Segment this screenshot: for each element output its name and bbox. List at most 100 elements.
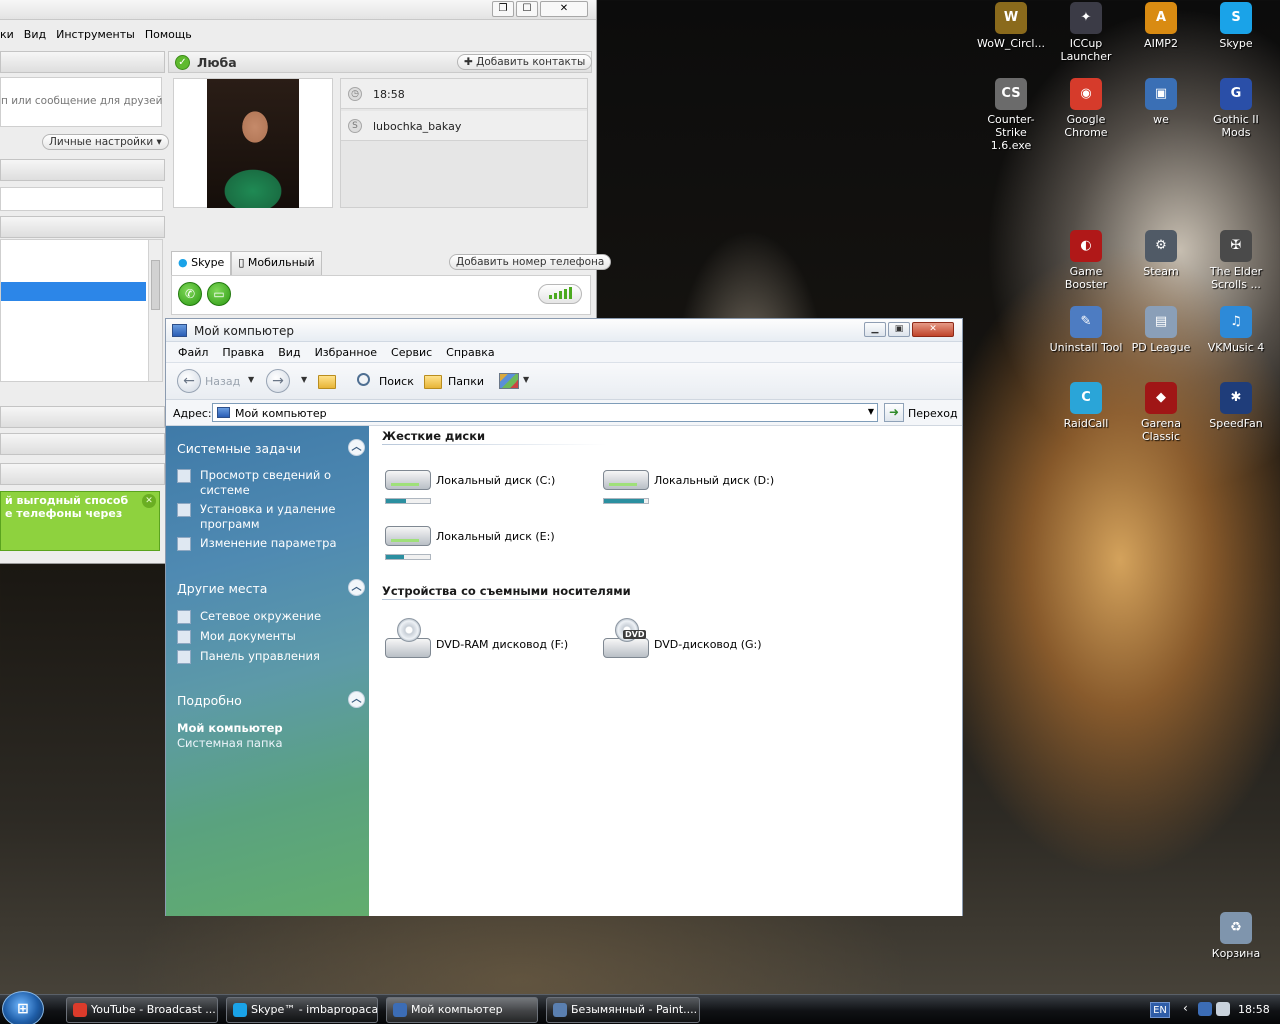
place-control-panel[interactable]: Панель управления [177,649,363,664]
clock[interactable]: 18:58 [1238,1003,1270,1016]
folders-icon[interactable] [424,375,442,389]
desktop-icon-wow[interactable]: W WoW_Circl... [974,2,1048,50]
online-status-icon: ✓ [175,55,190,70]
section-bar-2[interactable] [0,433,165,455]
collapse-other-places-icon[interactable]: ︿ [348,579,365,596]
show-hidden-icons-chevron-icon[interactable]: ‹ [1183,1001,1188,1015]
desktop-icon-raidcall[interactable]: C RaidCall [1049,382,1123,430]
desktop-icon-google-chrome[interactable]: ◉ Google Chrome [1049,78,1123,139]
my-computer-icon [217,407,230,418]
network-tray-icon[interactable] [1198,1002,1212,1016]
task-add-remove-programs[interactable]: Установка и удаление программ [177,502,363,532]
desktop-icon-we[interactable]: ▣ we [1124,78,1198,126]
call-quality-icon[interactable] [538,284,582,304]
menu-edit[interactable]: Правка [222,346,264,359]
task-view-system-info[interactable]: Просмотр сведений о системе [177,468,363,498]
menu-help[interactable]: Справка [446,346,494,359]
drive-f-dvd-ram[interactable]: DVD-RAM дисковод (F:) [382,618,592,662]
details-title[interactable]: Подробно [177,693,242,708]
skype-menu-view[interactable]: Вид [24,28,46,41]
section-bar-3[interactable] [0,463,165,485]
back-button[interactable]: ← [177,369,201,393]
call-button[interactable]: ✆ [178,282,202,306]
close-button[interactable]: ✕ [912,322,954,337]
other-places-title[interactable]: Другие места [177,581,267,596]
drive-g-dvd[interactable]: DVD DVD-дисковод (G:) [600,618,810,662]
drive-c[interactable]: Локальный диск (C:) [382,466,592,510]
explorer-titlebar[interactable]: Мой компьютер ▁ ▣ ✕ [166,319,962,342]
desktop-icon-steam[interactable]: ⚙ Steam [1124,230,1198,278]
address-chevron-down-icon[interactable]: ▼ [868,407,874,416]
address-input[interactable]: Мой компьютер ▼ [212,403,878,422]
contact-list[interactable] [0,239,163,382]
add-contacts-button[interactable]: ✚ Добавить контакты [457,54,593,70]
back-history-chevron-down-icon[interactable]: ▼ [248,375,254,384]
desktop-icon-vkmusic[interactable]: ♫ VKMusic 4 [1199,306,1273,354]
system-tasks-title[interactable]: Системные задачи [177,441,301,456]
contact-list-selected-item[interactable] [1,282,146,301]
forward-history-chevron-down-icon[interactable]: ▼ [301,375,307,384]
restore-button[interactable]: ❐ [492,1,514,17]
tab-skype[interactable]: ● Skype [171,251,232,275]
desktop-icon-recycle-bin[interactable]: ♻ Корзина [1199,912,1273,960]
maximize-button[interactable]: ☐ [516,1,538,17]
desktop-icon-uninstall-tool[interactable]: ✎ Uninstall Tool [1049,306,1123,354]
section-bar-1[interactable] [0,406,165,428]
views-icon[interactable] [499,373,519,389]
views-chevron-down-icon[interactable]: ▼ [523,375,529,384]
video-call-button[interactable]: ▭ [207,282,231,306]
start-button[interactable]: ⊞ [2,991,44,1024]
close-button[interactable]: ✕ [540,1,588,17]
collapse-details-icon[interactable]: ︿ [348,691,365,708]
language-indicator[interactable]: EN [1150,1002,1170,1018]
place-my-documents[interactable]: Мои документы [177,629,363,644]
folders-button[interactable]: Папки [448,375,484,388]
search-icon[interactable] [357,373,370,386]
search-button[interactable]: Поиск [379,375,414,388]
game-booster-icon: ◐ [1070,230,1102,262]
desktop-icon-skype[interactable]: S Skype [1199,2,1273,50]
desktop-icon-gothic-mods[interactable]: G Gothic II Mods [1199,78,1273,139]
personal-settings-button[interactable]: Личные настройки ▾ [42,134,169,150]
collapse-system-tasks-icon[interactable]: ︿ [348,439,365,456]
menu-view[interactable]: Вид [278,346,300,359]
drive-d[interactable]: Локальный диск (D:) [600,466,810,510]
scrollbar-thumb[interactable] [151,260,160,310]
promo-banner[interactable]: й выгодный способ е телефоны через ✕ [0,491,160,551]
promo-close-icon[interactable]: ✕ [142,494,156,508]
desktop-icon-pd-league[interactable]: ▤ PD League [1124,306,1198,354]
maximize-button[interactable]: ▣ [888,322,910,337]
desktop-icon-iccup[interactable]: ✦ ICCup Launcher [1049,2,1123,63]
tab-mobile[interactable]: ▯ Мобильный [231,251,322,275]
go-arrow-icon[interactable]: ➜ [884,403,904,422]
menu-tools[interactable]: Сервис [391,346,432,359]
minimize-button[interactable]: ▁ [864,322,886,337]
desktop-icon-game-booster[interactable]: ◐ Game Booster [1049,230,1123,291]
go-button[interactable]: Переход [908,407,958,420]
taskbar-item-my-computer[interactable]: Мой компьютер [386,997,538,1023]
forward-button[interactable]: → [266,369,290,393]
desktop-icon-aimp2[interactable]: A AIMP2 [1124,2,1198,50]
mood-message-box[interactable]: п или сообщение для друзей [0,77,162,127]
desktop-icon-elder-scrolls[interactable]: ✠ The Elder Scrolls ... [1199,230,1273,291]
drive-e[interactable]: Локальный диск (E:) [382,522,592,566]
menu-file[interactable]: Файл [178,346,208,359]
contacts-tab-bar[interactable] [0,216,165,238]
taskbar-item-skype[interactable]: Skype™ - imbapropacan [226,997,378,1023]
desktop-icon-garena[interactable]: ◆ Garena Classic [1124,382,1198,443]
skype-menu-tools[interactable]: Инструменты [56,28,135,41]
desktop-icon-speedfan[interactable]: ✱ SpeedFan [1199,382,1273,430]
taskbar-item-paint[interactable]: Безымянный - Paint.... [546,997,700,1023]
folder-up-icon[interactable] [318,375,336,389]
task-change-setting[interactable]: Изменение параметра [177,536,363,551]
menu-favorites[interactable]: Избранное [315,346,377,359]
place-network[interactable]: Сетевое окружение [177,609,363,624]
add-phone-number-button[interactable]: Добавить номер телефона [449,254,612,270]
skype-menu-calls[interactable]: ки [0,28,14,41]
volume-muted-tray-icon[interactable] [1216,1002,1230,1016]
contact-search-input[interactable] [0,187,163,211]
taskbar-item-youtube[interactable]: YouTube - Broadcast ... [66,997,218,1023]
skype-menu-help[interactable]: Помощь [145,28,192,41]
desktop-icon-counter-strike[interactable]: CS Counter-Strike 1.6.exe [974,78,1048,152]
contact-list-scrollbar[interactable] [148,240,162,381]
